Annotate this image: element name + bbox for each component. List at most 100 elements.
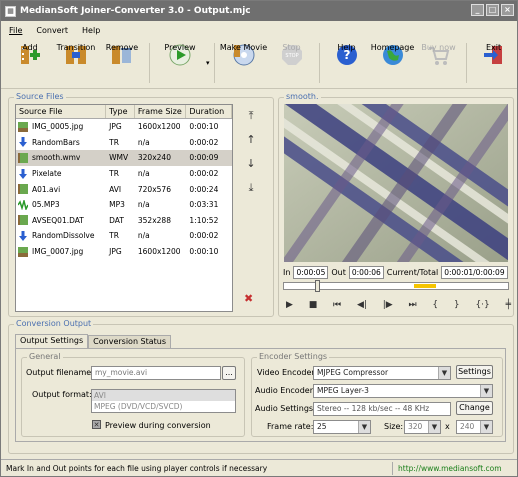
video-encoder-select[interactable]: MJPEG Compressor ▼ (313, 366, 451, 380)
audio-encoder-value: MPEG Layer-3 (317, 386, 369, 395)
remove-button[interactable]: Remove (99, 39, 145, 87)
preview-label: Preview (164, 43, 196, 52)
go-end-icon[interactable]: ⏭ (408, 300, 416, 310)
list-item[interactable]: Pixelate TR n/a 0:00:02 (16, 166, 232, 182)
out-point-field[interactable]: 0:00:06 (348, 265, 384, 279)
tab-conversion-status[interactable]: Conversion Status (88, 335, 172, 349)
toolbar-separator (149, 43, 150, 83)
stop-icon[interactable]: ■ (309, 300, 318, 310)
add-label: Add (22, 43, 38, 52)
width-value: 320 (408, 422, 423, 431)
preview-image (284, 104, 508, 262)
height-select[interactable]: 240 ▼ (456, 420, 493, 434)
file-name: RandomDissolve (32, 231, 95, 241)
list-item[interactable]: A01.avi AVI 720x576 0:00:24 (16, 181, 232, 197)
list-item[interactable]: IMG_0005.jpg JPG 1600x1200 0:00:10 (16, 119, 232, 135)
preview-button[interactable]: Preview (154, 39, 206, 87)
file-name: Pixelate (32, 169, 62, 179)
file-frame-size: 352x288 (137, 215, 171, 225)
buy-now-label: Buy now (421, 43, 456, 52)
move-top-icon[interactable]: ⤒ (244, 109, 258, 123)
seek-thumb[interactable] (315, 280, 320, 292)
browse-button[interactable]: ... (222, 366, 236, 380)
file-frame-size: 1600x1200 (137, 247, 181, 257)
list-item[interactable]: 05.MP3 MP3 n/a 0:03:31 (16, 197, 232, 213)
chevron-down-icon: ▼ (438, 367, 450, 379)
column-frame-size[interactable]: Frame Size (135, 105, 187, 118)
video-encoder-label: Video Encoder: (257, 368, 318, 377)
source-files-list[interactable]: Source File Type Frame Size Duration IMG… (15, 104, 233, 312)
column-duration[interactable]: Duration (186, 105, 232, 118)
file-frame-size: n/a (137, 200, 150, 210)
output-filename-field[interactable]: my_movie.avi (91, 366, 221, 380)
help-button[interactable]: ? Help (324, 39, 370, 87)
play-icon[interactable]: ▶ (286, 300, 293, 310)
preview-dropdown-icon[interactable]: ▾ (206, 59, 210, 67)
height-value: 240 (460, 422, 475, 431)
file-name: AVSEQ01.DAT (32, 215, 84, 225)
transition-button[interactable]: Transition (53, 39, 99, 87)
move-up-icon[interactable]: ↑ (244, 133, 258, 147)
close-button[interactable]: × (501, 4, 514, 16)
video-icon (18, 152, 28, 163)
frame-rate-select[interactable]: 25 ▼ (313, 420, 371, 434)
column-type[interactable]: Type (106, 105, 135, 118)
size-x-label: x (445, 422, 450, 431)
tab-output-settings[interactable]: Output Settings (15, 334, 89, 349)
move-bottom-icon[interactable]: ⤓ (244, 181, 258, 195)
transition-arrow-icon (19, 230, 27, 241)
step-forward-icon[interactable]: |▶ (383, 300, 393, 310)
app-icon: ▦ (5, 5, 16, 17)
mark-in-icon[interactable]: { (432, 300, 438, 310)
minimize-button[interactable]: _ (471, 4, 484, 16)
width-select[interactable]: 320 ▼ (404, 420, 441, 434)
menu-file[interactable]: File (9, 26, 22, 35)
list-item[interactable]: RandomDissolve TR n/a 0:00:02 (16, 228, 232, 244)
clear-list-icon[interactable]: ✖ (244, 292, 253, 305)
list-item[interactable]: IMG_0007.jpg JPG 1600x1200 0:00:10 (16, 244, 232, 260)
list-item[interactable]: smooth.wmv WMV 320x240 0:00:09 (16, 150, 232, 166)
buy-now-button[interactable]: Buy now (416, 39, 462, 87)
file-name: RandomBars (32, 137, 80, 147)
make-movie-button[interactable]: Make Movie (219, 39, 269, 87)
change-button[interactable]: Change (456, 401, 493, 415)
menu-convert[interactable]: Convert (36, 26, 68, 35)
website-link[interactable]: http://www.mediansoft.com (393, 462, 517, 475)
preview-checkbox[interactable]: ✕ (92, 420, 101, 429)
image-icon (18, 121, 28, 132)
mark-out-icon[interactable]: } (454, 300, 460, 310)
player-controls: ▶ ■ ⏮ ◀| |▶ ⏭ { } {·} ╪ (286, 298, 511, 312)
list-item[interactable]: RandomBars TR n/a 0:00:02 (16, 135, 232, 151)
seek-bar[interactable] (283, 280, 509, 292)
add-button[interactable]: Add (7, 39, 53, 87)
stop-button[interactable]: STOP Stop (269, 39, 315, 87)
audio-encoder-select[interactable]: MPEG Layer-3 ▼ (313, 384, 493, 398)
menu-bar: File Convert Help (1, 22, 517, 38)
go-start-icon[interactable]: ⏮ (333, 300, 341, 310)
exit-button[interactable]: Exit (471, 39, 517, 87)
column-source-file[interactable]: Source File (16, 105, 107, 118)
reorder-buttons: ⤒ ↑ ↓ ⤓ (241, 109, 261, 195)
file-name: IMG_0007.jpg (32, 247, 84, 257)
volume-icon[interactable]: ╪ (506, 300, 511, 310)
in-point-field[interactable]: 0:00:05 (293, 265, 329, 279)
file-type: TR (109, 137, 119, 147)
menu-help[interactable]: Help (82, 26, 100, 35)
general-label: General (27, 352, 63, 361)
reset-marks-icon[interactable]: {·} (475, 300, 489, 310)
move-down-icon[interactable]: ↓ (244, 157, 258, 171)
format-option-mpeg[interactable]: MPEG (DVD/VCD/SVCD) (92, 401, 235, 412)
list-item[interactable]: AVSEQ01.DAT DAT 352x288 1:10:52 (16, 213, 232, 229)
format-option-avi[interactable]: AVI (92, 390, 235, 401)
file-type: WMV (109, 153, 129, 163)
homepage-button[interactable]: Homepage (370, 39, 416, 87)
file-duration: 0:00:10 (189, 247, 219, 257)
step-back-icon[interactable]: ◀| (357, 300, 367, 310)
chevron-down-icon: ▼ (428, 421, 440, 433)
output-format-list[interactable]: AVI MPEG (DVD/VCD/SVCD) (91, 389, 236, 413)
settings-button[interactable]: Settings (456, 365, 493, 379)
maximize-button[interactable]: □ (486, 4, 499, 16)
conversion-output-label: Conversion Output (14, 319, 94, 328)
current-total-field: 0:00:01/0:00:09 (441, 265, 508, 279)
file-duration: 0:00:02 (189, 169, 219, 179)
